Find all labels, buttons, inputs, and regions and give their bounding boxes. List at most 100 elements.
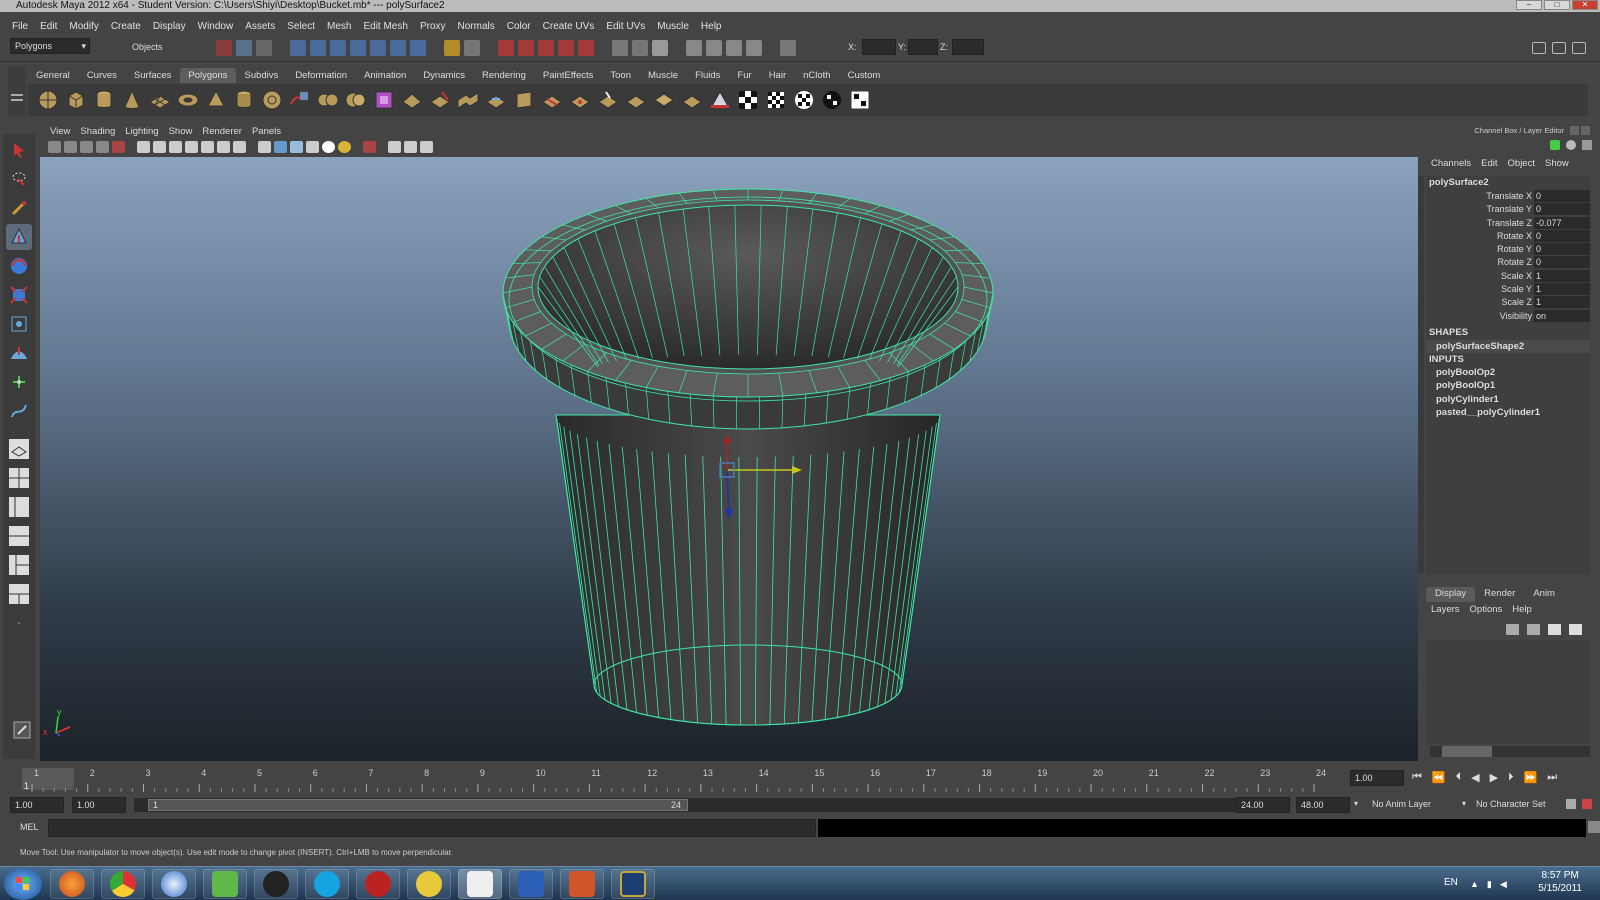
smooth-icon[interactable] xyxy=(400,88,424,112)
step-forward-key-icon[interactable]: ⏵ xyxy=(1508,771,1514,784)
time-slider-ticks[interactable]: 1 2 3 4 5 6 7 8 9 10 11 12 13 14 15 16 17 18 19 20 21 22 23 241 xyxy=(10,764,1350,792)
append-polygon-icon[interactable] xyxy=(484,88,508,112)
image-plane-icon[interactable] xyxy=(96,141,109,153)
perspective-viewport[interactable]: x y xyxy=(40,157,1418,761)
boolean-union-icon[interactable] xyxy=(344,88,368,112)
camera-attributes-icon[interactable] xyxy=(64,141,77,153)
poly-cube-icon[interactable] xyxy=(64,88,88,112)
taskbar-app-red[interactable] xyxy=(356,869,400,899)
attribute-row[interactable]: Rotate Y0 xyxy=(1426,242,1590,256)
channel-box-mode-icon[interactable] xyxy=(1550,140,1560,150)
wireframe-on-shaded-icon[interactable] xyxy=(290,141,303,153)
taskbar-steam[interactable] xyxy=(254,869,298,899)
network-icon[interactable]: ▮ xyxy=(1487,879,1492,890)
snap-to-point-icon[interactable] xyxy=(330,40,346,56)
auto-key-icon[interactable] xyxy=(1582,799,1592,809)
select-by-object-icon[interactable] xyxy=(236,40,252,56)
attribute-value[interactable]: 0 xyxy=(1534,229,1590,242)
safe-title-icon[interactable] xyxy=(233,141,246,153)
layer-tab-render[interactable]: Render xyxy=(1475,587,1524,602)
spherical-mapping-icon[interactable] xyxy=(792,88,816,112)
snap-to-view-plane-icon[interactable] xyxy=(350,40,366,56)
step-forward-icon[interactable]: ⏩ xyxy=(1524,771,1538,784)
taskbar-firefox[interactable] xyxy=(50,869,94,899)
attribute-row[interactable]: Translate X0 xyxy=(1426,189,1590,202)
separate-icon[interactable] xyxy=(316,88,340,112)
panel-menu-renderer[interactable]: Renderer xyxy=(197,126,247,137)
taskbar-maya[interactable] xyxy=(458,869,502,899)
ipr-render-icon[interactable] xyxy=(578,40,594,56)
start-button[interactable] xyxy=(4,868,42,900)
menu-proxy[interactable]: Proxy xyxy=(414,21,452,32)
channel-box-splitter[interactable] xyxy=(1418,176,1424,574)
xray-icon[interactable] xyxy=(388,141,401,153)
menu-normals[interactable]: Normals xyxy=(452,21,501,32)
mel-input[interactable] xyxy=(48,819,816,837)
poly-sphere-icon[interactable] xyxy=(36,88,60,112)
start-time-field[interactable]: 1.00 xyxy=(10,797,64,813)
last-tool-icon[interactable] xyxy=(6,398,32,424)
shelf-tab-polygons[interactable]: Polygons xyxy=(180,68,236,83)
attribute-row[interactable]: Scale X1 xyxy=(1426,269,1590,282)
combine-icon[interactable] xyxy=(288,88,312,112)
layer-tab-display[interactable]: Display xyxy=(1426,587,1476,602)
new-layer-from-selected-icon[interactable] xyxy=(1569,624,1582,635)
channel-edit-menu[interactable]: Edit xyxy=(1476,158,1502,172)
reduce-icon[interactable] xyxy=(680,88,704,112)
menu-file[interactable]: File xyxy=(6,21,34,32)
rotate-tool-icon[interactable] xyxy=(6,253,32,279)
attribute-value[interactable]: 1 xyxy=(1534,296,1590,309)
render-settings-icon[interactable] xyxy=(612,40,628,56)
hypershade-icon[interactable] xyxy=(632,40,648,56)
sphere-render-icon[interactable] xyxy=(706,40,722,56)
automatic-mapping-icon[interactable] xyxy=(820,88,844,112)
menu-color[interactable]: Color xyxy=(501,21,537,32)
bookmark-icon[interactable] xyxy=(80,141,93,153)
layer-options-menu[interactable]: Options xyxy=(1465,604,1508,618)
attribute-row[interactable]: Translate Y0 xyxy=(1426,203,1590,216)
shelf-tab-rendering[interactable]: Rendering xyxy=(474,68,534,83)
menu-set-dropdown[interactable]: Polygons ▾ xyxy=(10,38,90,54)
shadows-icon[interactable] xyxy=(338,141,351,153)
panel-menu-show[interactable]: Show xyxy=(164,126,198,137)
menu-edit-uvs[interactable]: Edit UVs xyxy=(600,21,651,32)
tray-up-arrow-icon[interactable]: ▲ xyxy=(1470,879,1479,890)
attribute-value[interactable]: on xyxy=(1534,309,1590,322)
input-output-icon[interactable] xyxy=(498,40,514,56)
volume-icon[interactable]: ◀ xyxy=(1500,879,1507,890)
character-set-chevron-icon[interactable]: ▾ xyxy=(1462,799,1466,808)
shelf-tab-curves[interactable]: Curves xyxy=(79,68,125,83)
attribute-row[interactable]: Scale Z1 xyxy=(1426,296,1590,309)
perspective-graph-layout-icon[interactable] xyxy=(6,523,32,549)
select-tool-icon[interactable] xyxy=(6,137,32,163)
attribute-value[interactable]: -0.077 xyxy=(1534,216,1590,229)
move-layer-down-icon[interactable] xyxy=(1527,624,1540,635)
perspective-graph-hypershade-layout-icon[interactable] xyxy=(6,581,32,607)
use-all-lights-icon[interactable] xyxy=(322,141,335,153)
panel-menu-shading[interactable]: Shading xyxy=(75,126,120,137)
panel-menu-lighting[interactable]: Lighting xyxy=(120,126,163,137)
snap-to-grid-icon[interactable] xyxy=(290,40,306,56)
menu-select[interactable]: Select xyxy=(281,21,321,32)
selection-lock-icon[interactable] xyxy=(464,40,480,56)
uv-texture-editor-icon[interactable] xyxy=(848,88,872,112)
construction-history-icon[interactable] xyxy=(538,40,554,56)
resolution-gate-icon[interactable] xyxy=(169,141,182,153)
taskbar-chrome[interactable] xyxy=(101,869,145,899)
shelf-tab-ncloth[interactable]: nCloth xyxy=(795,68,838,83)
menu-display[interactable]: Display xyxy=(147,21,192,32)
render-view-icon[interactable] xyxy=(652,40,668,56)
menu-mesh[interactable]: Mesh xyxy=(321,21,357,32)
cylindrical-mapping-icon[interactable] xyxy=(764,88,788,112)
y-field[interactable] xyxy=(908,39,938,55)
safe-action-icon[interactable] xyxy=(217,141,230,153)
play-forwards-icon[interactable]: ▶ xyxy=(1490,771,1498,784)
perspective-outliner-layout-icon[interactable] xyxy=(6,494,32,520)
selection-mode-label[interactable]: Objects xyxy=(128,40,208,56)
xray-joints-icon[interactable] xyxy=(404,141,417,153)
sculpt-geometry-icon[interactable] xyxy=(596,88,620,112)
shelf-tab-fluids[interactable]: Fluids xyxy=(687,68,728,83)
taskbar-app-yellow[interactable] xyxy=(407,869,451,899)
shelf-tab-toon[interactable]: Toon xyxy=(602,68,639,83)
attribute-row[interactable]: Scale Y1 xyxy=(1426,282,1590,296)
